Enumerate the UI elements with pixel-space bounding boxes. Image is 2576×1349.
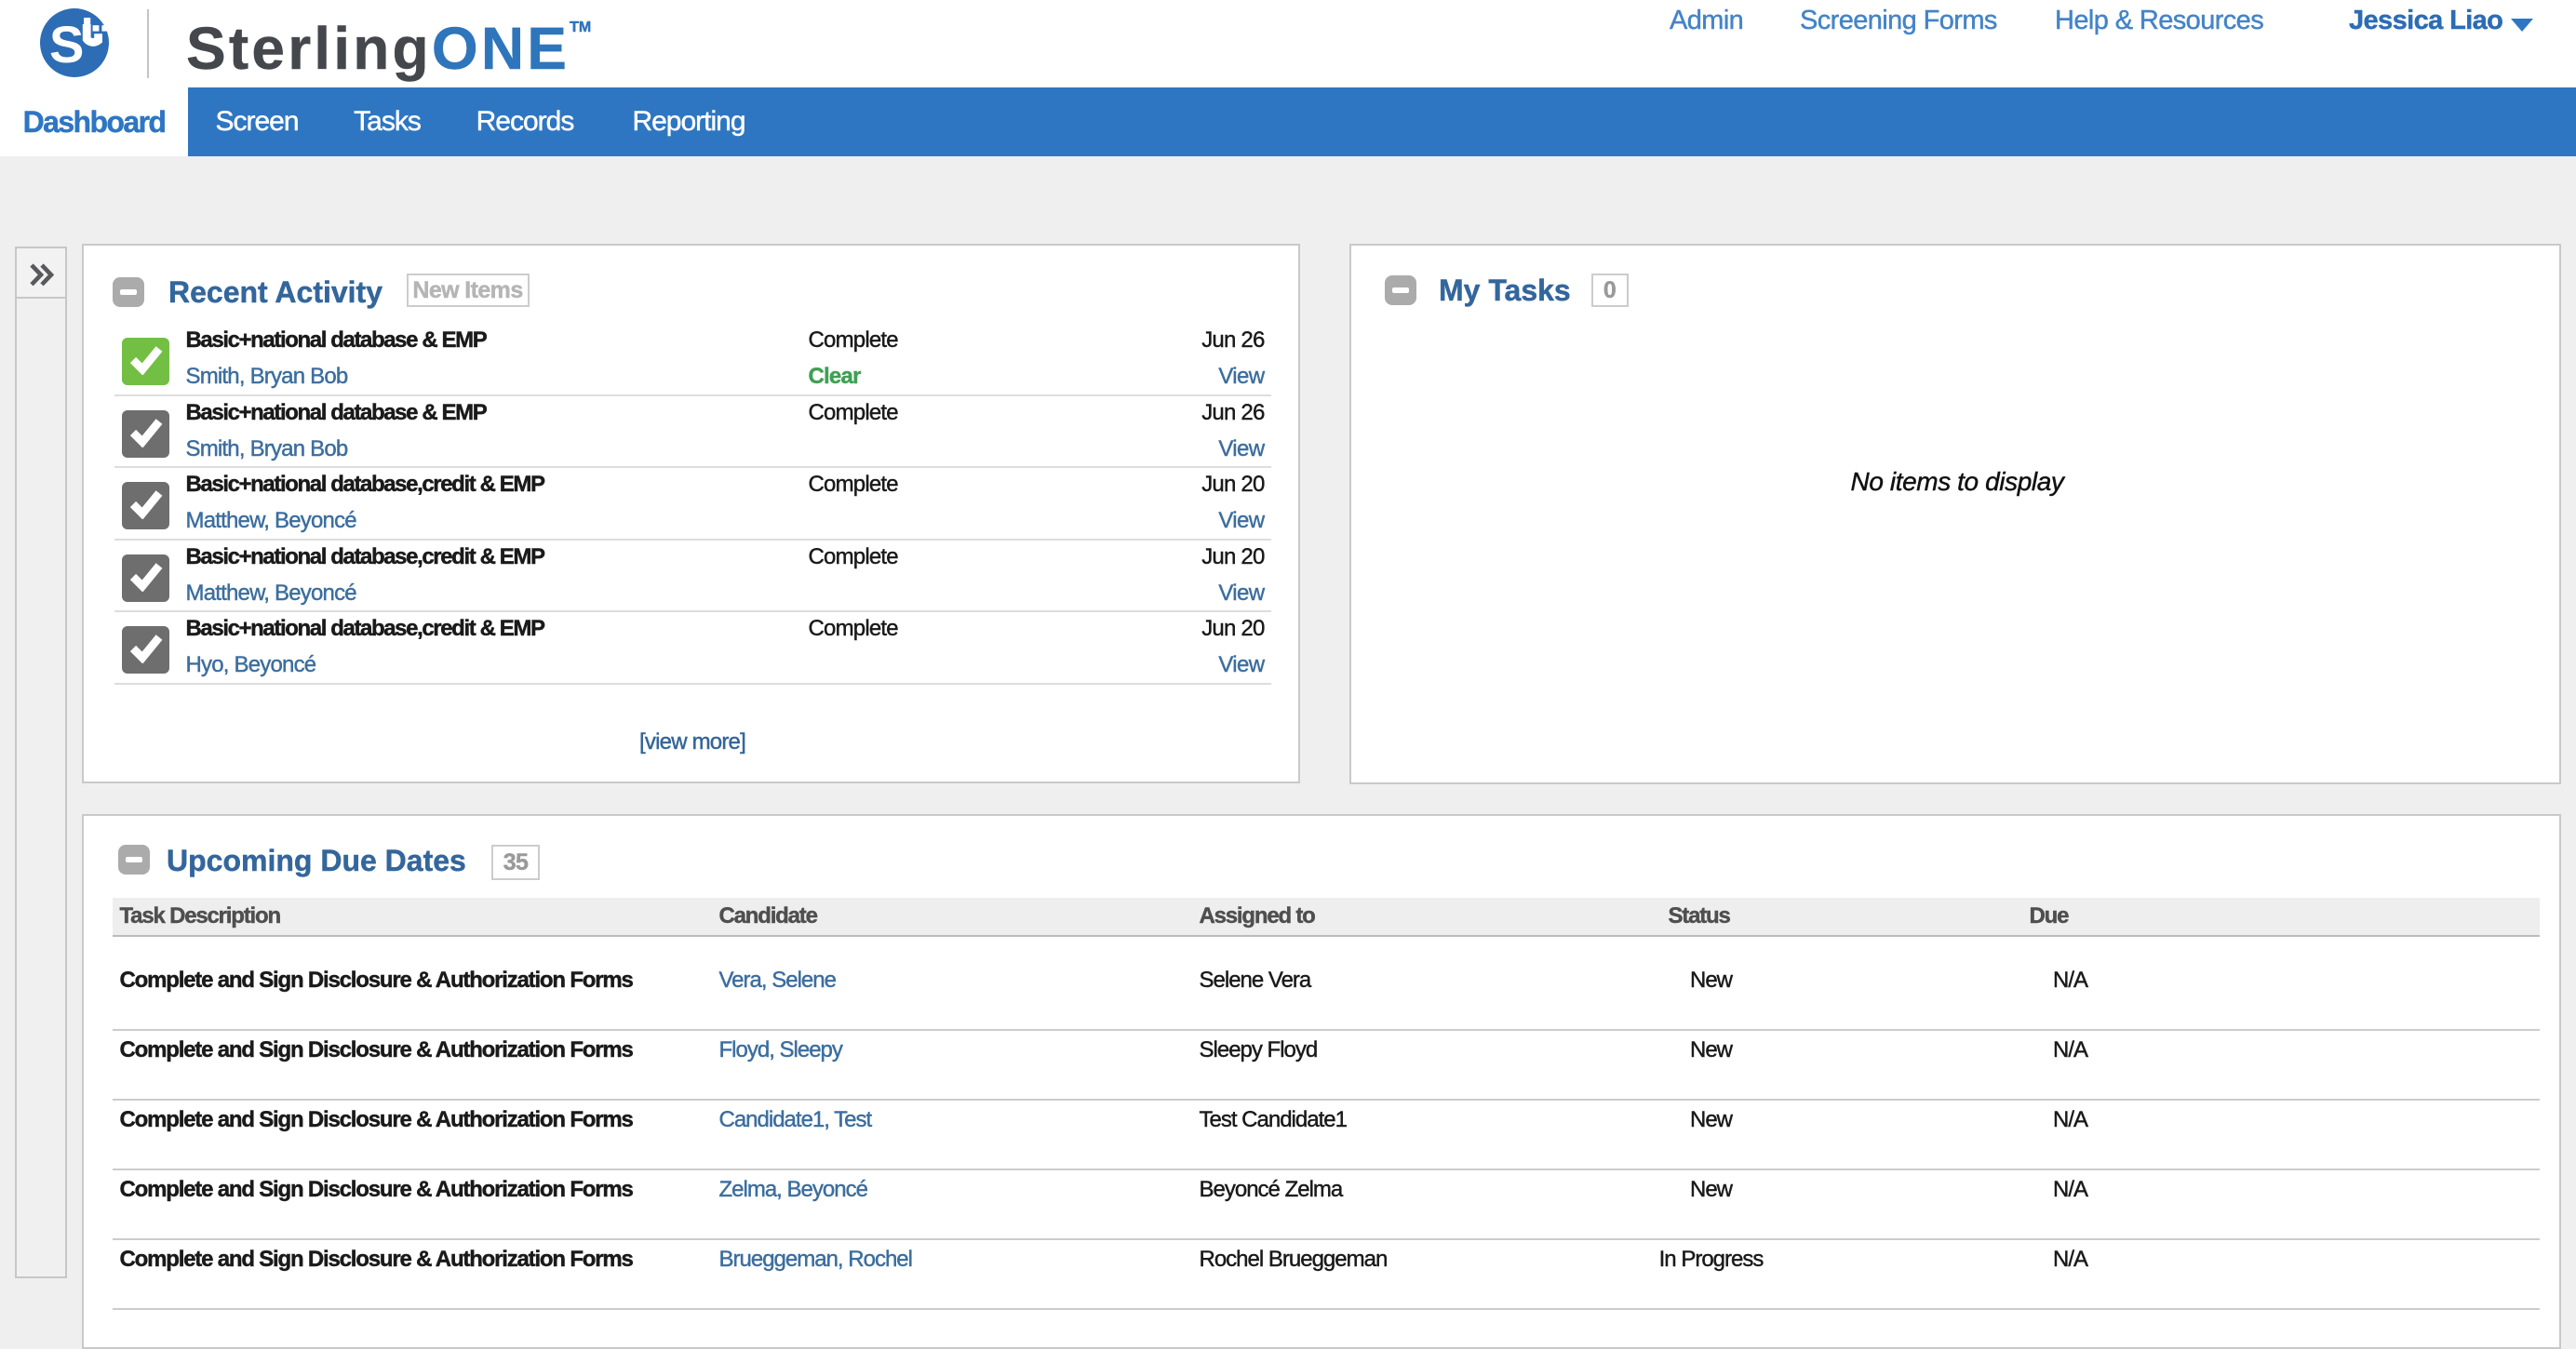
svg-text:S: S xyxy=(49,15,84,73)
